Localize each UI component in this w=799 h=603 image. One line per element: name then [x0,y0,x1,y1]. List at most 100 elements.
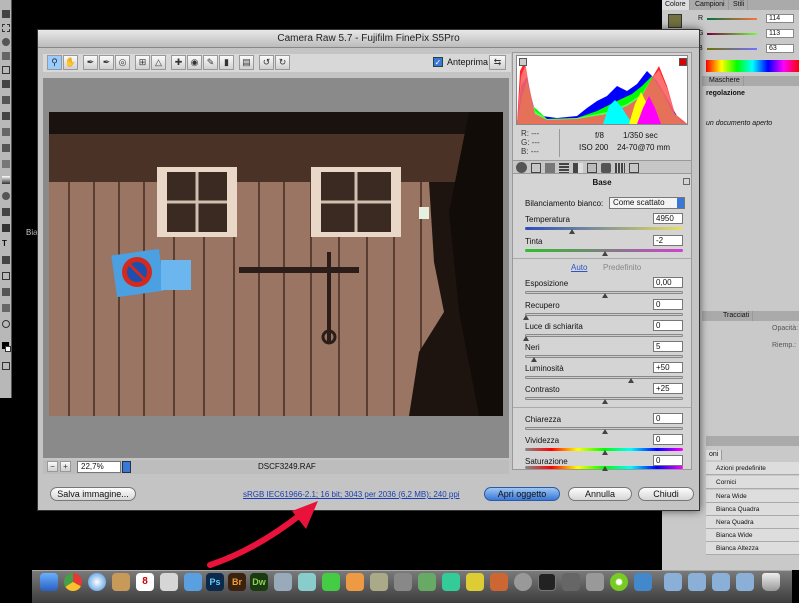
blacks-slider[interactable] [525,355,683,358]
tab-maschere[interactable]: Maschere [706,76,744,86]
recovery-value[interactable]: 0 [653,299,683,310]
graduated-filter-tool-icon[interactable]: ▮ [219,55,234,70]
history-brush-tool-icon[interactable] [2,144,10,152]
calendar-icon[interactable]: 8 [136,573,154,591]
brightness-slider[interactable] [525,376,683,379]
adjustment-brush-tool-icon[interactable]: ✎ [203,55,218,70]
move-tool-icon[interactable] [2,10,10,18]
lens-corrections-tab-icon[interactable] [587,163,597,173]
app-icon[interactable] [322,573,340,591]
fill-light-value[interactable]: 0 [653,320,683,331]
stamp-tool-icon[interactable] [2,128,10,136]
exposure-value[interactable]: 0,00 [653,277,683,288]
blue-slider[interactable] [707,48,757,50]
tab-azioni[interactable]: oni [706,450,723,460]
fill-light-slider[interactable] [525,334,683,337]
bridge-icon[interactable]: Br [228,573,246,591]
dodge-tool-icon[interactable] [2,208,10,216]
downloads-folder-icon[interactable] [712,573,730,591]
target-adjust-tool-icon[interactable]: ◎ [115,55,130,70]
brightness-value[interactable]: +50 [653,362,683,373]
contrast-value[interactable]: +25 [653,383,683,394]
hsl-tab-icon[interactable] [559,163,569,173]
white-balance-tool-icon[interactable]: ✒ [83,55,98,70]
clarity-value[interactable]: 0 [653,413,683,424]
highlight-clipping-icon[interactable] [679,58,687,66]
blacks-thumb[interactable] [531,357,537,362]
eyedropper-tool-icon[interactable] [2,80,10,88]
action-item[interactable]: Bianca Altezza [706,542,799,555]
temperature-thumb[interactable] [569,229,575,234]
app-icon[interactable] [442,573,460,591]
lasso-tool-icon[interactable] [2,38,10,46]
blue-value[interactable]: 63 [766,44,794,53]
tab-tracciati[interactable]: Tracciati [720,311,754,321]
chrome-icon[interactable] [64,573,82,591]
crop-tool-icon[interactable]: ⊞ [135,55,150,70]
presets-tab-icon[interactable] [615,163,625,173]
tab-campioni[interactable]: Campioni [692,0,729,10]
detail-tab-icon[interactable] [545,163,555,173]
hand-tool-icon[interactable] [2,304,10,312]
temperature-value[interactable]: 4950 [653,213,683,224]
documents-folder-icon[interactable] [688,573,706,591]
app-icon[interactable] [346,573,364,591]
app-icon[interactable] [466,573,484,591]
app-icon[interactable] [610,573,628,591]
photoshop-icon[interactable]: Ps [206,573,224,591]
vibrance-value[interactable]: 0 [653,434,683,445]
split-toning-tab-icon[interactable] [573,163,583,173]
address-book-icon[interactable] [112,573,130,591]
action-set-default[interactable]: Azioni predefinite [706,462,799,475]
activity-monitor-icon[interactable] [538,573,556,591]
recovery-thumb[interactable] [523,315,529,320]
zoom-in-icon[interactable]: + [60,461,71,472]
action-item[interactable]: Nera Quadra [706,516,799,529]
brightness-thumb[interactable] [628,378,634,383]
action-item[interactable]: Bianca Quadra [706,503,799,516]
vibrance-thumb[interactable] [602,450,608,455]
auto-link[interactable]: Auto [571,263,587,272]
preview-checkbox[interactable]: ✓ [433,57,443,67]
trash-icon[interactable] [762,573,780,591]
contrast-thumb[interactable] [602,399,608,404]
quick-mask-icon[interactable] [2,362,10,370]
red-eye-tool-icon[interactable]: ◉ [187,55,202,70]
folder-icon[interactable] [736,573,754,591]
applications-folder-icon[interactable] [664,573,682,591]
basic-tab-icon[interactable] [516,162,527,173]
hand-tool-icon[interactable]: ✋ [63,55,78,70]
eraser-tool-icon[interactable] [2,160,10,168]
green-slider[interactable] [707,33,757,35]
zoom-tool-icon[interactable]: ⚲ [47,55,62,70]
spot-removal-tool-icon[interactable]: ✚ [171,55,186,70]
preferences-icon[interactable]: ▤ [239,55,254,70]
camera-calibration-tab-icon[interactable] [601,163,611,173]
color-spectrum[interactable] [706,60,799,72]
background-color-icon[interactable] [5,346,11,352]
app-icon[interactable] [490,573,508,591]
zoom-tool-icon[interactable] [2,320,10,328]
fullscreen-toggle-icon[interactable]: ⇆ [489,55,506,70]
app-icon[interactable] [370,573,388,591]
zoom-level-select[interactable]: 22,7% [77,461,121,473]
tab-colore[interactable]: Colore [662,0,690,10]
exposure-thumb[interactable] [602,293,608,298]
snapshots-tab-icon[interactable] [629,163,639,173]
green-value[interactable]: 113 [766,29,794,38]
gradient-tool-icon[interactable] [2,176,10,184]
open-object-button[interactable]: Apri oggetto [484,487,560,501]
cancel-button[interactable]: Annulla [568,487,632,501]
safari-icon[interactable] [88,573,106,591]
saturation-value[interactable]: 0 [653,455,683,466]
temperature-slider[interactable] [525,227,683,230]
zoom-out-icon[interactable]: − [47,461,58,472]
crop-tool-icon[interactable] [2,66,10,74]
default-link[interactable]: Predefinito [603,263,641,272]
close-button[interactable]: Chiudi [638,487,694,501]
fill-light-thumb[interactable] [523,336,529,341]
save-image-button[interactable]: Salva immagine... [50,487,136,501]
red-value[interactable]: 114 [766,14,794,23]
healing-tool-icon[interactable] [2,96,10,104]
quick-select-tool-icon[interactable] [2,52,10,60]
